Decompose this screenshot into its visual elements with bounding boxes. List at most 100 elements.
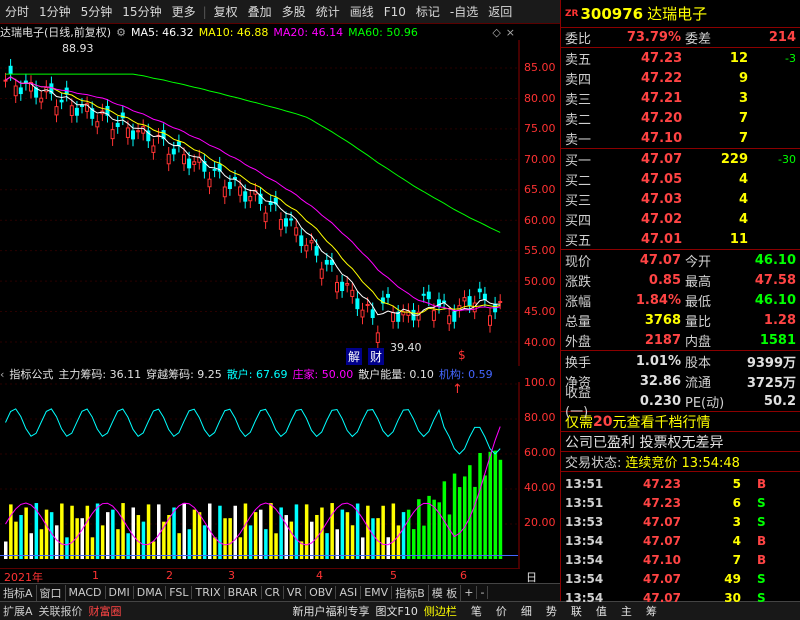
indicator-tab-6[interactable]: TRIX (192, 586, 225, 599)
toolbar-item-6[interactable]: 叠加 (243, 3, 277, 20)
unlock-event-marker[interactable]: 解 (346, 348, 363, 365)
toolbar-item-12[interactable]: -自选 (445, 3, 483, 20)
indicator-name[interactable]: 指标公式 (9, 366, 53, 382)
price-tick: 70.00 (524, 152, 556, 166)
asks-price: 47.20 (641, 110, 683, 126)
toolbar-item-5[interactable]: 复权 (209, 3, 243, 20)
candle-body (115, 122, 120, 128)
indicator-bar (248, 525, 253, 559)
indicator-tab-2[interactable]: MACD (66, 586, 106, 599)
indicator-tab-0[interactable]: 指标A (0, 584, 37, 601)
stock-chart-title[interactable]: 达瑞电子(日线,前复权) (0, 24, 111, 40)
tab-wealth-circle[interactable]: 财富圈 (86, 603, 125, 619)
link-f10[interactable]: 图文F10 (373, 603, 421, 619)
candle-body (207, 178, 212, 188)
toolbar-item-9[interactable]: 画线 (345, 3, 379, 20)
quote2-value: 0.230 (639, 393, 681, 409)
indicator-tab-14[interactable]: 模 板 (429, 584, 462, 601)
indicator-bar (111, 509, 115, 559)
candle-body (360, 309, 365, 318)
stock-name[interactable]: 达瑞电子 (647, 3, 707, 24)
asks-row[interactable]: 卖一 47.10 7 (561, 128, 800, 148)
bids-row[interactable]: 买四 47.02 4 (561, 209, 800, 229)
settings-icon[interactable]: ⚙ (116, 26, 126, 39)
quote-label-2: 最高 (685, 274, 712, 290)
tick-volume: 6 (732, 495, 741, 510)
dividend-event-marker[interactable]: $ (458, 348, 466, 362)
indicator-tab-3[interactable]: DMI (106, 586, 134, 599)
indicator-bar (269, 503, 273, 559)
toolbar-item-11[interactable]: 标记 (411, 3, 445, 20)
diamond-icon[interactable]: ◇ (492, 26, 500, 39)
indicator-tab-1[interactable]: 窗口 (37, 584, 66, 601)
candle-body (386, 293, 390, 298)
indicator-tab-12[interactable]: EMV (361, 586, 393, 599)
bids-row[interactable]: 买一 47.07 229 -30 (561, 149, 800, 169)
indicator-bar (172, 507, 176, 559)
indicator-tab-5[interactable]: FSL (166, 586, 193, 599)
indicator-tab-7[interactable]: BRAR (225, 586, 262, 599)
bids-row[interactable]: 买二 47.05 4 (561, 169, 800, 189)
toolbar-item-13[interactable]: 返回 (483, 3, 517, 20)
link-sidebar[interactable]: 侧边栏 (421, 603, 460, 619)
kline-chart[interactable] (0, 40, 520, 366)
chevron-icon[interactable]: ‹ (0, 368, 4, 381)
quote-label: 现价 (565, 254, 592, 270)
quote-value: 47.07 (639, 252, 681, 268)
month-1: 1 (92, 569, 99, 582)
indicator-chart[interactable] (0, 382, 520, 568)
tab-related-quote[interactable]: 关联报价 (36, 603, 86, 619)
trade-status-label: 交易状态: (565, 456, 622, 471)
indicator-tab-16[interactable]: - (477, 586, 489, 599)
toolbar-item-8[interactable]: 统计 (311, 3, 345, 20)
asks-change: -3 (785, 51, 796, 65)
toolbar-item-7[interactable]: 多股 (277, 3, 311, 20)
right-tab-1[interactable]: 价 (489, 603, 514, 619)
toolbar-item-4[interactable]: 更多 (167, 3, 201, 20)
link-new-user-benefit[interactable]: 新用户福利专享 (290, 603, 373, 619)
bids-row[interactable]: 买三 47.03 4 (561, 189, 800, 209)
quote2-label-2: 股本 (685, 355, 712, 371)
close-icon[interactable]: × (506, 26, 515, 39)
candle-body (350, 289, 355, 297)
indicator-tab-11[interactable]: ASI (336, 586, 362, 599)
weicha-value: 214 (768, 30, 796, 45)
tick-side: B (757, 552, 767, 567)
tick-volume: 7 (732, 552, 741, 567)
indicator-bar (228, 518, 232, 559)
indicator-tab-9[interactable]: VR (284, 586, 307, 599)
price-axis: 85.00 80.00 75.00 70.00 65.00 60.00 55.00 50.00… (520, 40, 560, 366)
indicator-tab-4[interactable]: DMA (134, 586, 167, 599)
toolbar-item-3[interactable]: 15分钟 (117, 3, 166, 20)
asks-row[interactable]: 卖四 47.22 9 (561, 68, 800, 88)
indicator-tab-10[interactable]: OBV (306, 586, 337, 599)
stock-code[interactable]: 300976 (580, 5, 643, 23)
right-tab-0[interactable]: 笔 (464, 603, 489, 619)
candle-body (319, 268, 324, 279)
tick-row: 13:54 47.07 49 S (561, 569, 800, 588)
tick-list[interactable]: 13:51 47.23 5 B 13:51 47.23 6 S 13:53 47.07 3 S 13:5… (561, 472, 800, 607)
toolbar-item-10[interactable]: F10 (379, 5, 411, 19)
candle-body (421, 293, 426, 296)
candle-body (18, 87, 23, 95)
indicator-bar (473, 486, 477, 559)
tab-extend[interactable]: 扩展A (0, 603, 36, 619)
right-tab-2[interactable]: 细 (514, 603, 539, 619)
asks-row[interactable]: 卖三 47.21 3 (561, 88, 800, 108)
toolbar-item-0[interactable]: 分时 (0, 3, 34, 20)
indicator-bar (192, 509, 197, 559)
indicator-tab-8[interactable]: CR (262, 586, 284, 599)
month-5: 5 (390, 569, 397, 582)
bids-row[interactable]: 买五 47.01 11 (561, 229, 800, 249)
indicator-tick: 40.00 (524, 481, 556, 494)
indicator-tab-13[interactable]: 指标B (392, 584, 429, 601)
asks-row[interactable]: 卖五 47.23 12 -3 (561, 48, 800, 68)
indicator-bar (259, 509, 263, 559)
toolbar-item-2[interactable]: 5分钟 (76, 3, 118, 20)
toolbar-item-1[interactable]: 1分钟 (34, 3, 76, 20)
finance-event-marker[interactable]: 财 (368, 348, 385, 365)
indicator-bar (157, 504, 161, 559)
asks-row[interactable]: 卖二 47.20 7 (561, 108, 800, 128)
quote-label: 总量 (565, 314, 592, 330)
indicator-tab-15[interactable]: + (461, 586, 478, 599)
